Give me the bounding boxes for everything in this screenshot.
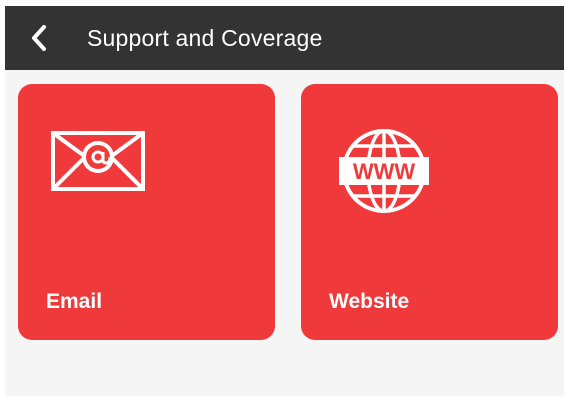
app-bar: Support and Coverage <box>5 6 564 70</box>
website-tile[interactable]: WWW Website <box>301 84 558 340</box>
website-label: Website <box>329 290 410 313</box>
back-button[interactable] <box>19 20 59 56</box>
www-text: WWW <box>353 159 416 184</box>
email-tile[interactable]: Email <box>18 84 275 340</box>
app-screen: Support and Coverage Email WWW Website <box>5 6 564 396</box>
email-label: Email <box>46 290 103 313</box>
email-envelope-icon <box>51 131 145 191</box>
globe-www-icon: WWW <box>339 129 429 213</box>
back-chevron-icon <box>32 25 46 51</box>
page-title: Support and Coverage <box>87 25 323 51</box>
